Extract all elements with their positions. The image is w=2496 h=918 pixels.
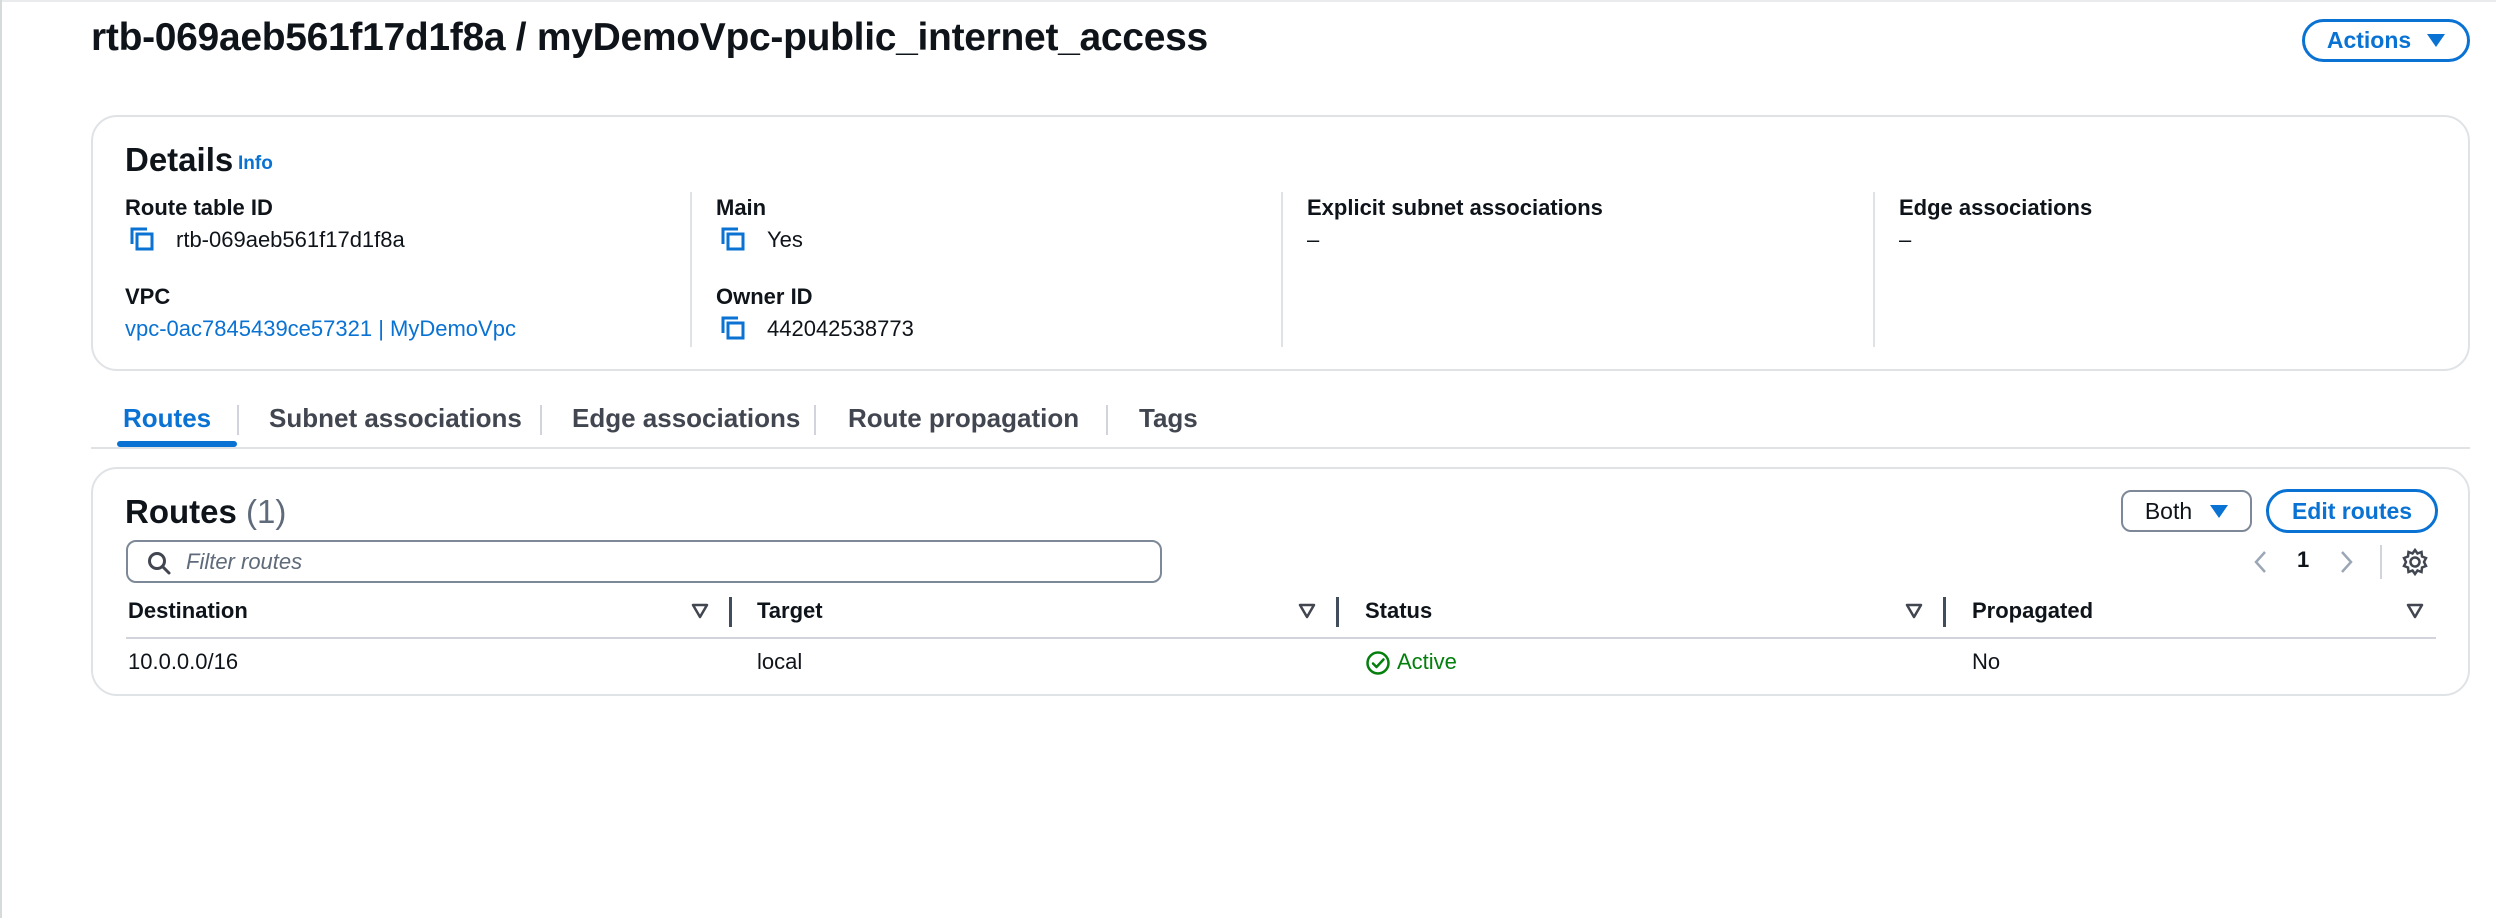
sort-icon[interactable] [1905,603,1923,619]
active-tab-indicator [117,441,237,447]
column-header-destination[interactable]: Destination [128,598,248,624]
top-border [0,0,2496,2]
route-target: local [757,649,803,674]
filter-routes-field[interactable] [126,540,1162,583]
chevron-left-icon[interactable] [2248,547,2274,577]
column-divider [1873,192,1875,347]
gear-icon[interactable] [2400,547,2430,577]
tab-separator [540,405,542,435]
route-table-id-label: Route table ID [125,195,273,220]
tab-separator [814,405,816,435]
copy-icon[interactable] [128,225,156,253]
tab-route-propagation[interactable]: Route propagation [848,403,1079,434]
routes-title-text: Routes [125,493,237,530]
sort-icon[interactable] [2406,603,2424,619]
info-link[interactable]: Info [238,153,273,175]
tab-bar: Routes Subnet associations Edge associat… [91,395,2470,449]
tab-tags[interactable]: Tags [1139,403,1198,434]
details-panel: Details Info Route table ID rtb-069aeb56… [91,115,2470,371]
page-title: rtb-069aeb561f17d1f8a / myDemoVpc-public… [91,16,1208,59]
check-circle-icon [1366,651,1390,675]
actions-button-label: Actions [2326,27,2412,53]
filter-routes-input[interactable] [186,548,1136,576]
details-title: Details [125,141,234,178]
search-icon [148,552,171,575]
pager-separator [2380,545,2382,579]
edge-associations-value: – [1899,227,1912,252]
route-destination: 10.0.0.0/16 [128,649,239,674]
route-type-select[interactable]: Both [2121,490,2252,532]
caret-down-icon [2427,34,2446,47]
left-border [0,0,2,918]
tab-separator [237,405,239,435]
actions-button[interactable]: Actions [2302,19,2470,62]
column-resizer[interactable] [1943,597,1946,627]
sort-icon[interactable] [691,603,709,619]
vpc-label: VPC [125,284,171,309]
routes-panel: Routes (1) Both Edit routes 1 Destinatio… [91,467,2470,696]
tab-separator [1106,405,1108,435]
tab-edge-associations[interactable]: Edge associations [572,403,800,434]
edit-routes-button[interactable]: Edit routes [2266,489,2438,533]
column-header-target[interactable]: Target [757,598,823,624]
table-header-divider [126,637,2436,639]
column-divider [1281,192,1283,347]
copy-icon[interactable] [719,225,747,253]
tab-subnet-associations[interactable]: Subnet associations [269,403,522,434]
caret-down-icon [2210,504,2229,518]
route-status: Active [1397,649,1457,674]
explicit-subnet-associations-label: Explicit subnet associations [1307,195,1603,220]
column-divider [690,192,692,347]
tab-routes[interactable]: Routes [123,403,211,434]
edge-associations-label: Edge associations [1899,195,2093,220]
column-resizer[interactable] [729,597,732,627]
column-resizer[interactable] [1336,597,1339,627]
main-value: Yes [767,227,803,252]
column-header-propagated[interactable]: Propagated [1972,598,2093,624]
route-propagated: No [1972,649,2001,674]
owner-id-value: 442042538773 [767,316,914,341]
chevron-right-icon[interactable] [2333,547,2359,577]
vpc-link[interactable]: vpc-0ac7845439ce57321 | MyDemoVpc [125,316,516,342]
route-table-id-value: rtb-069aeb561f17d1f8a [176,227,405,252]
current-page[interactable]: 1 [2297,547,2309,573]
sort-icon[interactable] [1298,603,1316,619]
main-label: Main [716,195,767,220]
owner-id-label: Owner ID [716,284,813,309]
routes-count: (1) [246,493,287,530]
routes-title: Routes (1) [125,493,286,531]
explicit-subnet-associations-value: – [1307,227,1320,252]
copy-icon[interactable] [719,314,747,342]
column-header-status[interactable]: Status [1365,598,1432,624]
route-type-select-label: Both [2144,497,2193,524]
